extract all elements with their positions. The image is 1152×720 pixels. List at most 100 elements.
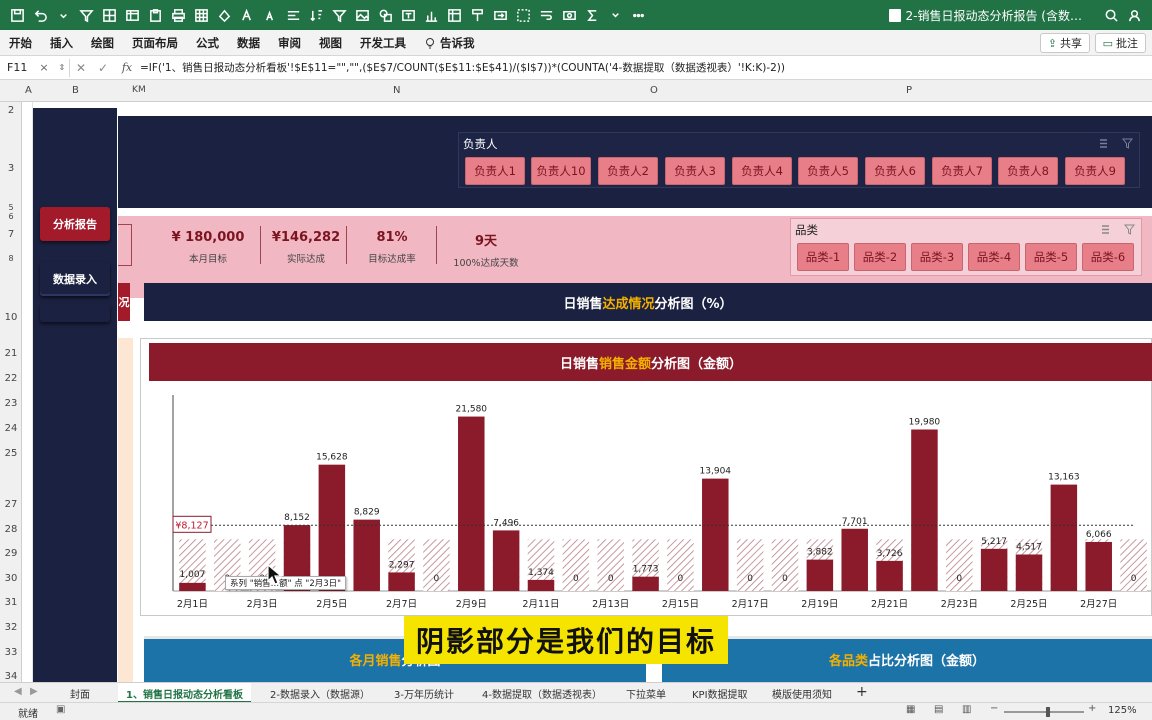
cancel-icon[interactable]: ✕ (70, 61, 92, 75)
sum-icon[interactable] (581, 4, 603, 26)
zoom-in-icon[interactable]: + (1088, 703, 1096, 714)
row-header[interactable]: 27 (0, 499, 22, 510)
zoom-slider[interactable] (1004, 707, 1084, 717)
tell-me[interactable]: 告诉我 (415, 35, 484, 51)
slicer-item-person[interactable]: 负责人7 (932, 157, 992, 185)
row-header[interactable]: 2 (0, 105, 22, 116)
border-icon[interactable] (512, 4, 534, 26)
sort-icon[interactable] (305, 4, 327, 26)
print-icon[interactable] (167, 4, 189, 26)
confirm-icon[interactable]: ✓ (92, 61, 114, 75)
row-header[interactable]: 5 (0, 203, 22, 212)
chart-icon[interactable] (420, 4, 442, 26)
row-header[interactable]: 32 (0, 622, 22, 633)
column-header-a[interactable]: A (25, 85, 32, 96)
row-header[interactable]: 22 (0, 373, 22, 384)
row-header[interactable]: 31 (0, 597, 22, 608)
zoom-out-icon[interactable]: − (990, 703, 998, 714)
tab-data[interactable]: 数据 (228, 35, 269, 51)
sheet-tab-kpi[interactable]: KPI数据提取 (692, 686, 748, 701)
slicer-item-person[interactable]: 负责人5 (798, 157, 858, 185)
row-header[interactable]: 3 (0, 163, 22, 174)
function-icon[interactable]: fx (114, 61, 140, 74)
add-sheet-icon[interactable]: + (856, 684, 868, 700)
row-header[interactable]: 23 (0, 398, 22, 409)
sales-amount-chart[interactable]: 日销售销售金额分析图（金额） 1,007008,15215,6288,8292,… (140, 338, 1152, 616)
slicer-item-category[interactable]: 品类-4 (968, 243, 1020, 271)
font-shrink-icon[interactable] (259, 4, 281, 26)
sidebar-blank-button[interactable] (40, 304, 110, 322)
data-entry-button[interactable]: 数据录入 (40, 262, 110, 296)
tab-review[interactable]: 审阅 (269, 35, 310, 51)
wrap-icon[interactable] (535, 4, 557, 26)
sheet-tab-cover[interactable]: 封面 (70, 686, 90, 701)
column-header-m[interactable]: M (138, 85, 146, 95)
tab-draw[interactable]: 绘图 (82, 35, 123, 51)
page-layout-view-icon[interactable]: ▤ (934, 704, 943, 715)
overflow-icon[interactable] (627, 4, 649, 26)
more-icon[interactable] (604, 4, 626, 26)
funnel-icon[interactable] (328, 4, 350, 26)
slicer-item-person[interactable]: 负责人8 (998, 157, 1058, 185)
tab-home[interactable]: 开始 (0, 35, 41, 51)
row-header[interactable]: 33 (0, 647, 22, 658)
column-header-o[interactable]: O (650, 85, 658, 96)
column-header-n[interactable]: N (393, 85, 400, 96)
search-icon[interactable] (1100, 4, 1122, 26)
sheet-tab-pivot[interactable]: 4-数据提取（数据透视表） (482, 686, 602, 701)
textbox-icon[interactable] (397, 4, 419, 26)
row-header[interactable]: 28 (0, 524, 22, 535)
slicer-item-person[interactable]: 负责人2 (598, 157, 658, 185)
clear-filter-icon[interactable] (1122, 138, 1133, 149)
row-header[interactable]: 7 (0, 229, 22, 240)
font-grow-icon[interactable] (236, 4, 258, 26)
sheet-tab-data-entry[interactable]: 2-数据录入（数据源） (270, 686, 370, 701)
row-header[interactable]: 24 (0, 423, 22, 434)
multi-select-icon[interactable] (1098, 138, 1109, 149)
merge-icon[interactable] (489, 4, 511, 26)
name-box[interactable]: F11 × ⇕ (4, 58, 70, 77)
tab-developer[interactable]: 开发工具 (351, 35, 415, 51)
slicer-item-category[interactable]: 品类-6 (1082, 243, 1134, 271)
pivot-icon[interactable] (443, 4, 465, 26)
row-header[interactable]: 8 (0, 254, 22, 263)
slicer-item-category[interactable]: 品类-1 (797, 243, 849, 271)
row-header[interactable]: 29 (0, 548, 22, 559)
analysis-report-button[interactable]: 分析报告 (40, 207, 110, 241)
comment-button[interactable]: ▭ 批注 (1094, 33, 1146, 53)
sheet-tab-dashboard[interactable]: 1、销售日报动态分析看板 (118, 683, 251, 703)
normal-view-icon[interactable]: ▦ (906, 704, 915, 715)
shapes-icon[interactable] (374, 4, 396, 26)
slicer-item-person[interactable]: 负责人1 (465, 157, 525, 185)
row-header[interactable]: 34 (0, 671, 22, 682)
formula-input[interactable]: =IF('1、销售日报动态分析看板'!$E$11="","",($E$7/COU… (140, 60, 785, 75)
slicer-item-person[interactable]: 负责人4 (732, 157, 792, 185)
filter-icon[interactable] (75, 4, 97, 26)
slicer-item-person[interactable]: 负责人9 (1065, 157, 1125, 185)
sheet-tab-calendar[interactable]: 3-万年历统计 (394, 686, 454, 701)
zoom-slider-thumb[interactable] (1046, 707, 1050, 717)
row-header[interactable]: 6 (0, 212, 22, 221)
row-header[interactable]: 25 (0, 448, 22, 459)
slicer-item-person[interactable]: 负责人3 (665, 157, 725, 185)
account-icon[interactable] (1123, 4, 1145, 26)
currency-icon[interactable] (558, 4, 580, 26)
clear-filter-icon[interactable] (1124, 224, 1135, 235)
column-header-p[interactable]: P (906, 85, 912, 96)
column-header-b[interactable]: B (72, 85, 79, 96)
table-icon[interactable] (121, 4, 143, 26)
sheet-tab-dropdown[interactable]: 下拉菜单 (626, 686, 666, 701)
slicer-item-category[interactable]: 品类-3 (911, 243, 963, 271)
save-icon[interactable] (6, 4, 28, 26)
slicer-item-category[interactable]: 品类-2 (854, 243, 906, 271)
slicer-item-person[interactable]: 负责人10 (531, 157, 591, 185)
tab-formulas[interactable]: 公式 (187, 35, 228, 51)
grid-icon[interactable] (98, 4, 120, 26)
share-button[interactable]: ⇪ 共享 (1039, 33, 1090, 53)
row-header[interactable]: 30 (0, 573, 22, 584)
next-sheet-icon[interactable]: ▶ (30, 686, 38, 697)
align-icon[interactable] (282, 4, 304, 26)
grid-view-icon[interactable] (190, 4, 212, 26)
slicer-item-person[interactable]: 负责人6 (865, 157, 925, 185)
slicer-item-category[interactable]: 品类-5 (1025, 243, 1077, 271)
